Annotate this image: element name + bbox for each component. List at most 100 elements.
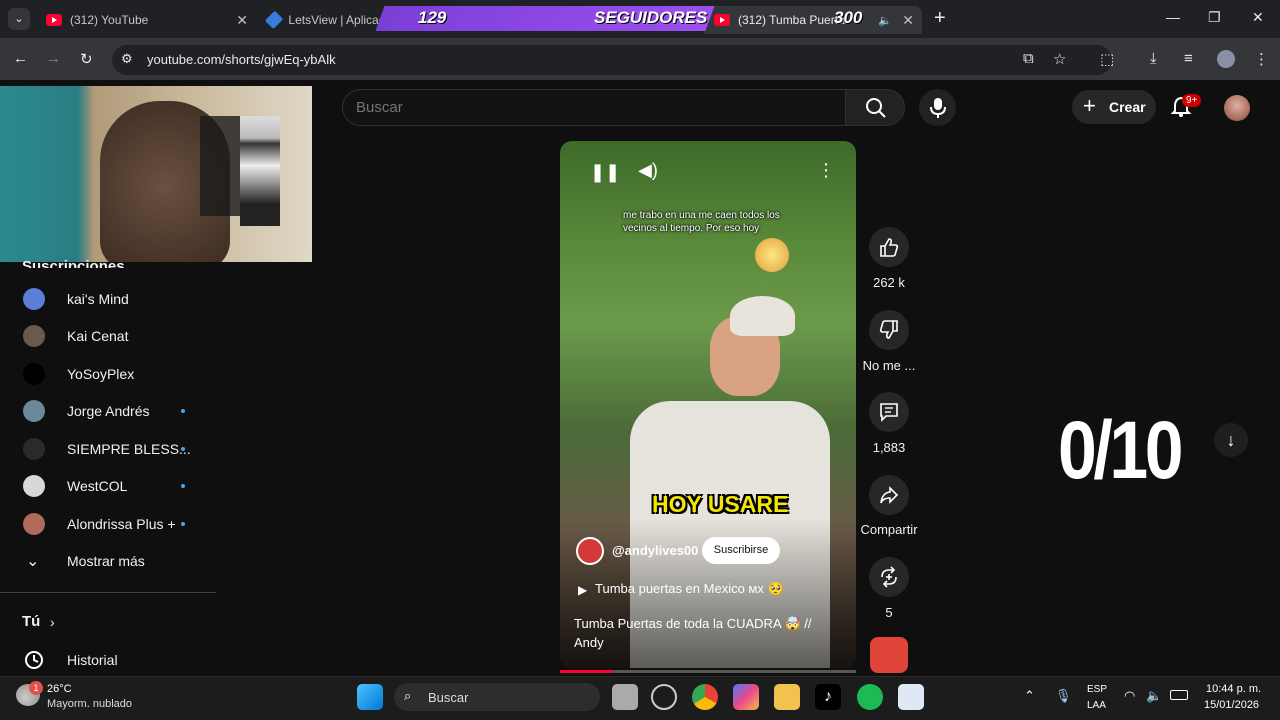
- sidebar-item-history[interactable]: Historial: [0, 641, 216, 678]
- battery-icon[interactable]: [1170, 690, 1188, 700]
- tray-chevron-icon[interactable]: ⌃: [1024, 688, 1035, 704]
- tab-search-icon[interactable]: ⌄: [8, 8, 30, 30]
- voice-search-button[interactable]: [919, 89, 956, 126]
- copilot-icon[interactable]: [733, 684, 759, 710]
- sidebar-item-label: YoSoyPlex: [67, 365, 135, 382]
- search-button[interactable]: [845, 89, 905, 126]
- wifi-icon[interactable]: ◠: [1124, 688, 1135, 704]
- tab-youtube[interactable]: (312) YouTube ✕: [36, 6, 256, 34]
- sidebar-divider: [0, 592, 216, 593]
- sidebar-item-label: Jorge Andrés: [67, 402, 150, 419]
- share-button[interactable]: [869, 475, 909, 515]
- new-content-dot: [181, 483, 185, 488]
- language-bottom[interactable]: LAA: [1087, 700, 1106, 711]
- sidebar-item-westcol[interactable]: WestCOL: [0, 467, 216, 504]
- install-app-icon[interactable]: ⧉: [1023, 50, 1034, 67]
- widgets-icon[interactable]: [651, 684, 677, 710]
- remix-icon: [881, 566, 897, 588]
- video-progress-track[interactable]: [560, 670, 856, 673]
- you-label: Tú: [22, 613, 41, 630]
- spotify-icon[interactable]: [857, 684, 883, 710]
- show-more-label: Mostrar más: [67, 552, 145, 569]
- close-window-icon[interactable]: ✕: [1252, 9, 1264, 26]
- restore-icon[interactable]: ❐: [1208, 9, 1221, 26]
- more-options-icon[interactable]: ⋮: [817, 160, 835, 181]
- menu-icon[interactable]: ⋮: [1254, 50, 1269, 68]
- tiktok-icon[interactable]: ♪: [815, 684, 841, 710]
- bookmark-star-icon[interactable]: ☆: [1053, 50, 1066, 68]
- tab-audio-icon[interactable]: 🔈: [878, 14, 892, 27]
- youtube-icon: [714, 14, 730, 26]
- sidebar-item-label: Historial: [67, 651, 118, 668]
- sidebar-item-label: WestCOL: [67, 477, 128, 494]
- you-section-link[interactable]: Tú ›: [0, 603, 216, 640]
- channel-handle[interactable]: @andylives00: [612, 543, 698, 558]
- sound-thumbnail[interactable]: [870, 637, 908, 673]
- next-short-button[interactable]: ↓: [1214, 423, 1248, 457]
- language-top[interactable]: ESP: [1087, 684, 1107, 695]
- video-caption-top: me trabo en una me caen todos los vecino…: [623, 210, 780, 234]
- playlist-link[interactable]: Tumba puertas en Mexico ᴍx 🥺: [595, 581, 784, 597]
- windows-start-icon[interactable]: [357, 684, 383, 710]
- channel-avatar[interactable]: [576, 537, 604, 565]
- close-tab-icon[interactable]: ✕: [902, 12, 914, 29]
- show-more-button[interactable]: ⌄ Mostrar más: [0, 542, 216, 579]
- speaker-icon[interactable]: 🔈: [1146, 688, 1162, 704]
- avatar: [23, 362, 45, 385]
- weather-desc[interactable]: Mayorm. nublado: [47, 698, 132, 710]
- windows-taskbar: [0, 676, 1280, 720]
- reload-icon[interactable]: ↻: [80, 50, 93, 68]
- minimize-icon[interactable]: —: [1166, 9, 1180, 25]
- site-settings-icon[interactable]: ⚙: [121, 51, 133, 67]
- video-big-caption: HOY USARE: [652, 491, 789, 517]
- remix-button[interactable]: [869, 557, 909, 597]
- chrome-icon[interactable]: [692, 684, 718, 710]
- letsview-taskbar-icon[interactable]: [898, 684, 924, 710]
- pause-icon[interactable]: ❚❚: [590, 162, 620, 183]
- media-controls-icon[interactable]: ≡: [1184, 50, 1193, 67]
- create-button[interactable]: + Crear: [1072, 90, 1156, 124]
- lightbulb-icon: [755, 238, 789, 272]
- new-tab-button[interactable]: +: [934, 7, 946, 30]
- microphone-tray-icon[interactable]: 🎙: [1055, 688, 1072, 704]
- video-subject-cap: [730, 296, 795, 336]
- task-view-icon[interactable]: [612, 684, 638, 710]
- dislike-button[interactable]: [869, 310, 909, 350]
- sidebar-item-alondrissa[interactable]: Alondrissa Plus +: [0, 505, 216, 542]
- thumbs-down-icon: [879, 320, 898, 339]
- tab-tumba-puertas[interactable]: (312) Tumba Puerta 🔈 ✕: [704, 6, 922, 34]
- chevron-right-icon: ›: [50, 613, 55, 630]
- sidebar-item-kai-cenat[interactable]: Kai Cenat: [0, 317, 216, 354]
- search-input[interactable]: [356, 96, 826, 118]
- download-icon[interactable]: ⤓: [1150, 50, 1157, 67]
- back-icon[interactable]: ←: [13, 50, 28, 67]
- url-text[interactable]: youtube.com/shorts/gjwEq-ybAlk: [147, 52, 336, 67]
- extensions-icon[interactable]: ⬚: [1100, 50, 1114, 68]
- tab-title: (312) YouTube: [70, 13, 149, 27]
- avatar: [23, 512, 45, 535]
- volume-icon[interactable]: ◀): [638, 160, 658, 181]
- sidebar-item-jorge-andres[interactable]: Jorge Andrés: [0, 392, 216, 429]
- weather-temp[interactable]: 26°C: [47, 683, 72, 695]
- close-tab-icon[interactable]: ✕: [236, 12, 248, 29]
- forward-icon[interactable]: →: [46, 50, 61, 67]
- like-button[interactable]: [869, 227, 909, 267]
- account-avatar[interactable]: [1224, 95, 1250, 121]
- video-progress-fill: [560, 670, 614, 673]
- profile-avatar[interactable]: [1217, 50, 1235, 68]
- clock-time[interactable]: 10:44 p. m.: [1206, 683, 1261, 695]
- subscribe-button[interactable]: Suscribirse: [702, 537, 780, 564]
- letsview-icon: [264, 10, 284, 30]
- subscriptions-heading[interactable]: Suscripciones: [22, 258, 125, 268]
- mic-icon: [930, 98, 946, 118]
- new-content-dot: [181, 521, 185, 526]
- taskbar-search[interactable]: ⌕ Buscar: [394, 683, 600, 711]
- sidebar-item-siempre-bless[interactable]: SIEMPRE BLESS...: [0, 430, 216, 467]
- comments-button[interactable]: [869, 392, 909, 432]
- sidebar-item-kais-mind[interactable]: kai's Mind: [0, 280, 216, 317]
- file-explorer-icon[interactable]: [774, 684, 800, 710]
- followers-label: SEGUIDORES: [594, 8, 708, 27]
- notifications-button[interactable]: 9+: [1170, 94, 1202, 122]
- clock-date[interactable]: 15/01/2026: [1204, 699, 1259, 711]
- sidebar-item-yosoyplex[interactable]: YoSoyPlex: [0, 355, 216, 392]
